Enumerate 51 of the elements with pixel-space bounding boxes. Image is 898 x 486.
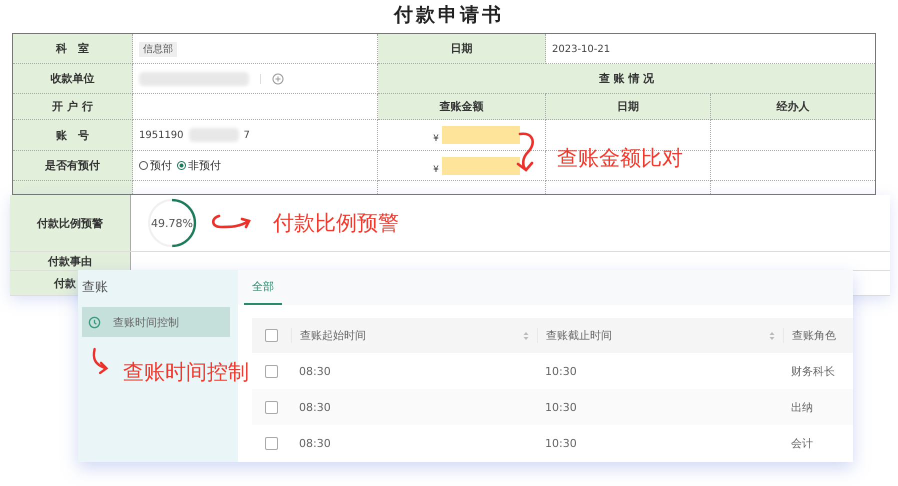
tab[interactable]: 全部 [244,270,282,305]
department-tag: 信息部 [139,42,177,56]
field-label: 付款 [54,276,76,290]
table-cell: 10:30 [545,436,577,450]
section-heading: 查 账 情 况 [598,72,654,85]
table-cell: 出纳 [791,400,813,414]
menu-item[interactable]: 查账时间控制 [82,307,230,337]
currency-sign: ¥ [433,164,439,174]
column-header: 查账截止时间 [546,328,612,343]
checkbox[interactable] [265,364,278,378]
date-value: 2023-10-21 [552,44,610,55]
field-label: 日期 [450,42,472,55]
radio-option[interactable]: 预付 [139,158,172,173]
field-label: 付款比例预警 [37,216,103,230]
column-header: 查账金额 [440,100,484,113]
field-label: 开 户 行 [52,100,93,113]
table-cell: 08:30 [299,364,331,378]
account-number: 1951190 [139,130,184,140]
annotation-text: 查账金额比对 [557,145,683,172]
checkbox[interactable] [265,400,278,414]
currency-sign: ¥ [433,134,439,144]
field-label: 付款事由 [48,254,92,268]
annotation-text: 付款比例预警 [273,210,399,237]
checkbox[interactable] [265,329,278,342]
table-cell: 08:30 [299,436,331,450]
ratio-gauge: 49.78% [145,196,199,250]
add-icon[interactable] [272,72,284,84]
table-cell: 会计 [791,436,813,450]
panel-title: 查账 [81,279,109,297]
field-label: 账 号 [56,128,89,142]
clock-icon [88,316,101,328]
table-cell: 10:30 [545,364,577,378]
sort-icon[interactable] [523,330,529,340]
table-cell: 10:30 [545,400,577,414]
field-label: 科 室 [56,42,89,55]
annotation-text: 查账时间控制 [123,359,249,386]
field-label: 是否有预付 [45,159,100,172]
radio-option[interactable]: 非预付 [177,158,221,173]
column-header: 查账角色 [792,329,836,342]
table-cell: 财务科长 [791,364,835,378]
amount-field[interactable] [442,156,520,174]
field-label: 收款单位 [50,72,94,85]
column-header: 经办人 [776,100,810,113]
column-header: 日期 [617,100,639,113]
document-title: 付款申请书 [392,3,505,28]
amount-field[interactable] [442,126,520,144]
checkbox[interactable] [265,436,278,450]
table-cell: 08:30 [299,400,331,414]
column-header: 查账起始时间 [300,328,366,343]
sort-icon[interactable] [769,330,775,340]
account-number: 7 [244,130,250,140]
